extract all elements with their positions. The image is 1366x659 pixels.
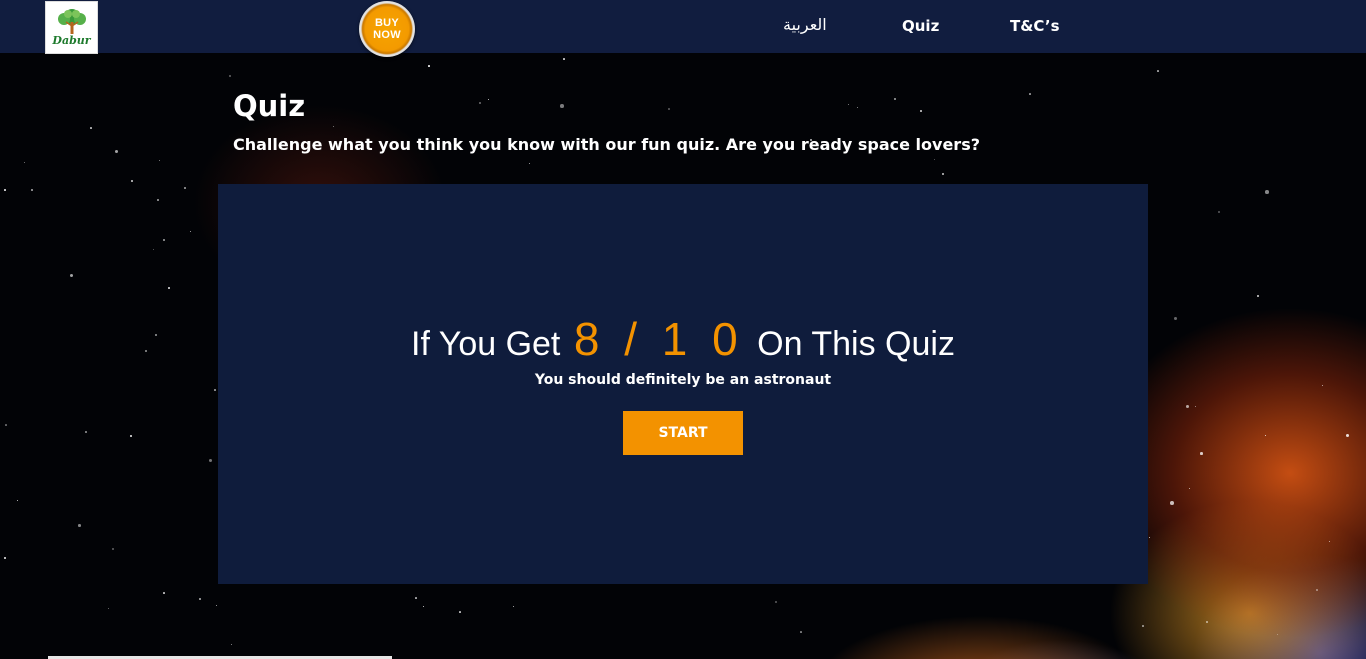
star (1316, 589, 1318, 591)
star (488, 99, 490, 101)
star (668, 108, 670, 110)
star (1157, 70, 1159, 72)
start-button[interactable]: START (623, 411, 743, 455)
star (894, 98, 896, 100)
star (108, 608, 110, 610)
star (775, 601, 777, 603)
nav-link-arabic[interactable]: العربية (783, 15, 827, 34)
quiz-headline: If You Get 8 / 1 0 On This Quiz (218, 312, 1148, 366)
page-subtitle: Challenge what you think you know with o… (233, 135, 980, 154)
star (942, 173, 944, 175)
quiz-tagline: You should definitely be an astronaut (534, 372, 832, 388)
buy-now-line1: BUY (374, 17, 400, 29)
star (4, 557, 7, 560)
star (529, 163, 531, 165)
nav-link-terms[interactable]: T&C’s (1010, 17, 1060, 35)
star (1257, 295, 1259, 297)
star (85, 431, 87, 433)
star (459, 611, 461, 613)
star (428, 65, 430, 67)
star (1218, 211, 1220, 213)
tree-icon (57, 9, 86, 34)
quiz-panel: If You Get 8 / 1 0 On This Quiz You shou… (218, 184, 1148, 584)
quiz-headline-prefix: If You Get (411, 325, 561, 363)
star (1195, 406, 1197, 408)
star (115, 150, 119, 154)
star (31, 189, 34, 192)
dabur-logo[interactable]: Dabur (45, 1, 98, 54)
star (163, 239, 165, 241)
star (1200, 452, 1203, 455)
star (184, 187, 186, 189)
star (4, 189, 6, 191)
star (90, 127, 92, 129)
logo-text: Dabur (52, 34, 91, 47)
buy-now-button[interactable]: BUY NOW (359, 1, 415, 57)
star (130, 435, 132, 437)
star (1142, 625, 1144, 627)
star (1265, 190, 1269, 194)
star (231, 644, 233, 646)
star (934, 159, 936, 161)
star (479, 102, 482, 105)
star (70, 274, 74, 278)
star (159, 160, 161, 162)
star (1174, 317, 1177, 320)
star (157, 199, 159, 201)
star (78, 524, 81, 527)
star (1322, 385, 1324, 387)
star (857, 107, 859, 109)
star (1189, 488, 1191, 490)
quiz-headline-suffix: On This Quiz (757, 325, 955, 363)
nav-link-quiz[interactable]: Quiz (902, 17, 939, 35)
star (848, 104, 849, 105)
star (800, 631, 802, 633)
star (1206, 621, 1208, 623)
star (214, 389, 216, 391)
star (153, 249, 155, 251)
star (209, 459, 213, 463)
quiz-score: 8 / 1 0 (573, 313, 744, 365)
star (131, 180, 134, 183)
star (155, 334, 158, 337)
star (112, 548, 115, 551)
star (5, 424, 7, 426)
star (145, 350, 148, 353)
star (1170, 501, 1174, 505)
star (17, 500, 19, 502)
star (1329, 541, 1331, 543)
star (563, 58, 565, 60)
star (190, 231, 192, 233)
star (1346, 434, 1350, 438)
top-navbar: Dabur BUY NOW العربية Quiz T&C’s (0, 0, 1366, 57)
star (1265, 435, 1267, 437)
star (216, 605, 218, 607)
star (1277, 634, 1279, 636)
star (1149, 537, 1151, 539)
star (199, 598, 201, 600)
star (333, 126, 335, 128)
star (513, 606, 515, 608)
page-title: Quiz (233, 89, 306, 123)
star (560, 104, 564, 108)
star (163, 592, 165, 594)
star (229, 75, 231, 77)
star (168, 287, 170, 289)
star (415, 597, 417, 599)
star (423, 606, 425, 608)
star (1029, 93, 1031, 95)
buy-now-line2: NOW (373, 29, 401, 41)
star (24, 162, 25, 163)
star (1186, 405, 1189, 408)
star (920, 110, 922, 112)
